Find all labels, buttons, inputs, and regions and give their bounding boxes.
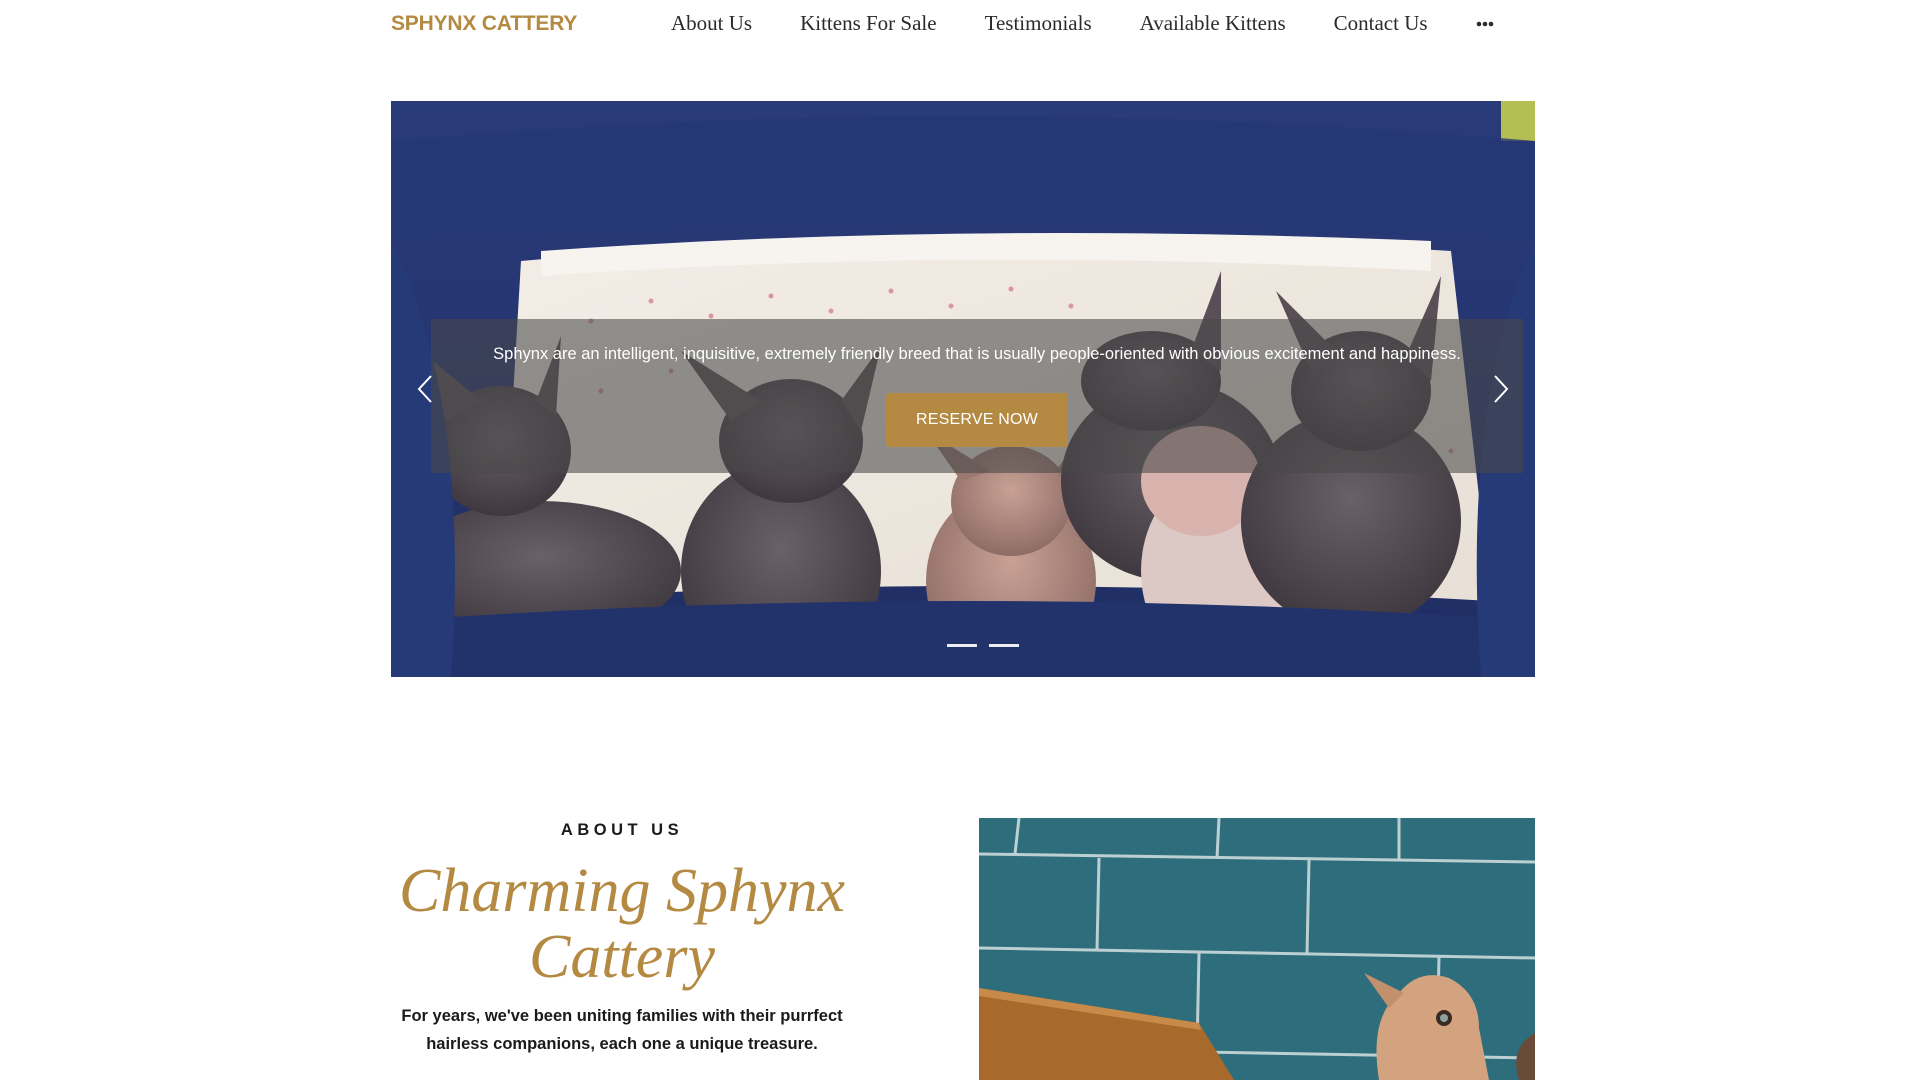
nav-contact-us[interactable]: Contact Us [1334,11,1428,36]
chevron-right-icon [1494,375,1509,403]
slideshow-next-button[interactable] [1485,366,1515,412]
slide-dot-1[interactable] [947,644,977,647]
brand-logo[interactable]: SPHYNX CATTERY [391,12,577,36]
slideshow-prev-button[interactable] [411,366,441,412]
ellipsis-icon [1476,21,1493,26]
about-section: ABOUT US Charming Sphynx Cattery For yea… [391,810,853,1058]
nav-available-kittens[interactable]: Available Kittens [1140,11,1286,36]
about-kicker: ABOUT US [560,821,684,839]
reserve-now-button[interactable]: RESERVE NOW [886,393,1068,447]
slide-dot-2[interactable] [989,644,1019,647]
about-cat-image [979,818,1535,1080]
about-title: Charming Sphynx Cattery [398,857,846,991]
chevron-left-icon [417,375,432,403]
hero-caption: Sphynx are an intelligent, inquisitive, … [493,345,1461,363]
about-cat-photo [979,818,1535,1080]
slideshow-pagination [947,644,1019,647]
site-header: SPHYNX CATTERY About Us Kittens For Sale… [0,0,1920,50]
nav-kittens-for-sale[interactable]: Kittens For Sale [800,11,937,36]
about-body: For years, we've been uniting families w… [401,1007,843,1053]
nav-about-us[interactable]: About Us [671,11,752,36]
hero-slideshow: Sphynx are an intelligent, inquisitive, … [391,101,1535,677]
main-nav: About Us Kittens For Sale Testimonials A… [671,11,1496,36]
nav-testimonials[interactable]: Testimonials [985,11,1092,36]
nav-more-button[interactable] [1474,13,1496,35]
